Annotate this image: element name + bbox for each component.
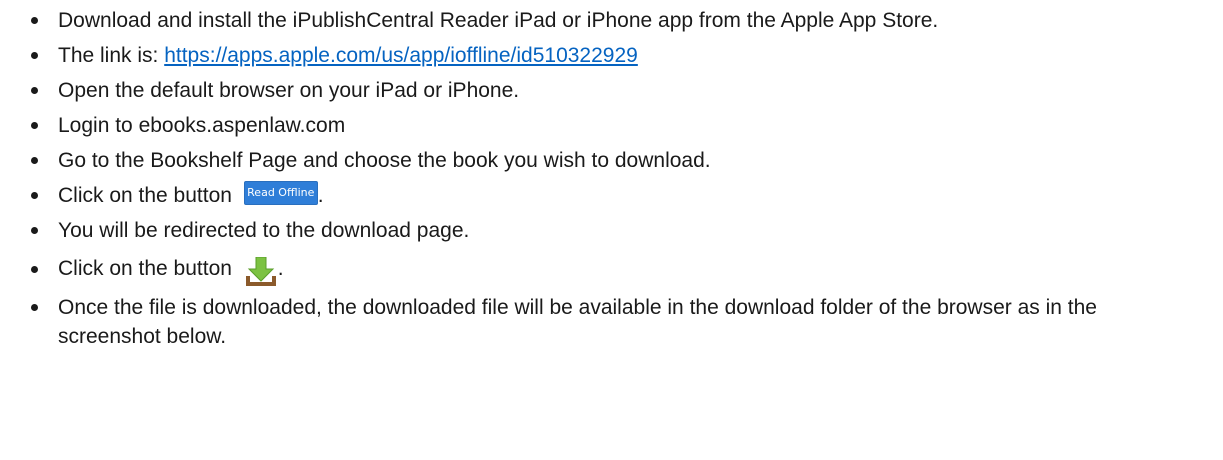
step-text: Open the default browser on your iPad or… [58,79,520,102]
bullet-icon [31,122,38,129]
bullet-icon [31,87,38,94]
list-item-install-app: Download and install the iPublishCentral… [0,6,1200,35]
step-text: Login to ebooks.aspenlaw.com [58,114,346,137]
list-item-redirect: You will be redirected to the download p… [0,216,1200,245]
list-item-download-folder: Once the file is downloaded, the downloa… [0,293,1200,351]
list-item-open-browser: Open the default browser on your iPad or… [0,76,1200,105]
step-suffix: . [317,184,324,207]
step-text: Download and install the iPublishCentral… [58,9,939,32]
bullet-icon [31,266,38,273]
instruction-list: Download and install the iPublishCentral… [0,6,1200,357]
bullet-icon [31,52,38,59]
app-store-link[interactable]: https://apps.apple.com/us/app/ioffline/i… [164,44,638,67]
step-text: Click on the button [58,257,238,280]
bullet-icon [31,227,38,234]
read-offline-button[interactable]: Read Offline [243,181,318,206]
list-item-read-offline: Click on the button Read Offline. [0,181,1200,210]
step-text: The link is: [58,44,165,67]
step-text: Click on the button [58,184,238,207]
step-suffix: . [277,257,284,280]
list-item-bookshelf: Go to the Bookshelf Page and choose the … [0,146,1200,175]
download-arrow-tray-icon[interactable] [244,257,278,287]
step-text: Go to the Bookshelf Page and choose the … [58,149,711,172]
list-item-download-button: Click on the button . [0,251,1200,287]
list-item-app-link: The link is: https://apps.apple.com/us/a… [0,41,1200,70]
list-item-login: Login to ebooks.aspenlaw.com [0,111,1200,140]
bullet-icon [31,304,38,311]
step-text: You will be redirected to the download p… [58,219,470,242]
bullet-icon [31,17,38,24]
bullet-icon [31,192,38,199]
bullet-icon [31,157,38,164]
document-page: Download and install the iPublishCentral… [0,0,1223,460]
step-text: Once the file is downloaded, the downloa… [58,296,1097,348]
